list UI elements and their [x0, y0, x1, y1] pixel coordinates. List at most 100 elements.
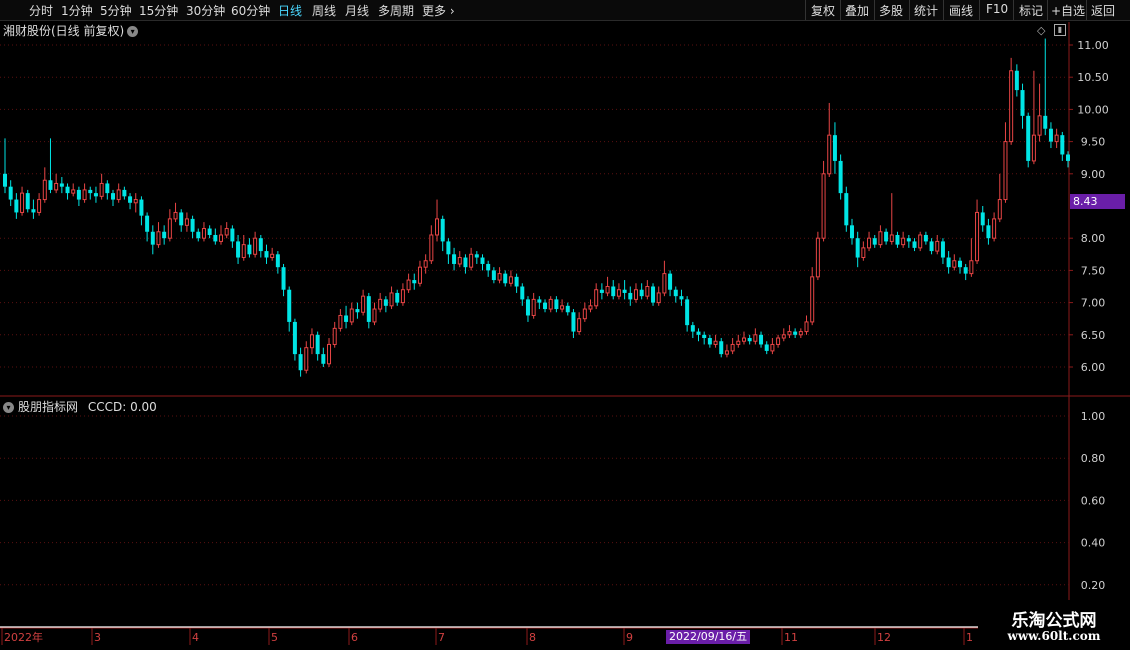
candle-body-down	[793, 331, 798, 335]
price-tick-label: 6.50	[1081, 329, 1106, 342]
candle-body-down	[247, 244, 252, 255]
candle-body-down	[1066, 154, 1070, 161]
candle-body-up	[332, 327, 337, 345]
candle-body-down	[696, 331, 701, 335]
candle-body-up	[560, 305, 565, 310]
candle-body-down	[946, 257, 951, 268]
chevron-down-icon[interactable]: ▾	[3, 402, 14, 413]
candle-body-down	[93, 193, 98, 197]
candle-body-up	[54, 182, 59, 191]
candle-body-up	[469, 253, 474, 268]
candle-body-down	[190, 218, 195, 232]
candle-body-up	[935, 240, 940, 252]
candle-body-up	[406, 279, 411, 291]
candle-body-up	[1009, 70, 1014, 143]
candle-body-down	[895, 234, 900, 245]
watermark-title: 乐淘公式网	[1011, 611, 1097, 631]
candle-body-down	[31, 209, 36, 213]
candle-body-down	[344, 315, 349, 322]
candle-body-up	[730, 343, 735, 352]
indicator-tick-label: 0.20	[1081, 579, 1106, 592]
candle-body-up	[548, 298, 553, 310]
candle-body-down	[940, 241, 945, 258]
date-tick-label: 3	[94, 631, 101, 644]
candle-body-down	[298, 354, 303, 371]
candle-body-down	[139, 199, 144, 216]
candle-body-up	[531, 298, 536, 316]
price-tick-label: 6.00	[1081, 361, 1106, 374]
candle-body-down	[3, 173, 7, 187]
candle-body-up	[241, 244, 246, 259]
candle-body-up	[224, 228, 229, 236]
indicator-source-name: 股朋指标网	[18, 400, 79, 414]
candle-body-up	[1054, 134, 1059, 143]
candle-body-down	[571, 312, 576, 332]
watermark: 乐淘公式网 www.60lt.com	[978, 600, 1130, 650]
candle-body-down	[668, 273, 673, 290]
candle-body-down	[520, 286, 525, 300]
candle-body-up	[878, 231, 883, 246]
candle-body-up	[588, 305, 593, 310]
diamond-icon[interactable]: ◇	[1037, 24, 1045, 37]
candle-body-up	[827, 134, 832, 175]
candle-body-up	[389, 292, 394, 307]
candle-body-up	[219, 234, 224, 242]
candle-body-up	[776, 337, 781, 345]
candle-body-up	[577, 318, 582, 333]
cursor-date-tag: 2022/09/16/五	[666, 630, 751, 644]
candle-body-down	[412, 280, 417, 284]
candle-body-down	[122, 189, 127, 197]
candle-body-down	[440, 218, 445, 242]
candle-body-down	[719, 341, 724, 355]
candle-body-up	[645, 286, 650, 297]
candle-body-down	[1014, 70, 1019, 91]
candle-body-down	[514, 276, 519, 287]
candle-body-down	[150, 231, 155, 245]
candle-body-up	[918, 234, 923, 249]
chevron-down-icon[interactable]: ▾	[127, 26, 139, 37]
candle-body-down	[1020, 90, 1025, 116]
candle-body-down	[912, 241, 917, 248]
candle-body-up	[457, 257, 462, 265]
candle-body-down	[213, 234, 218, 242]
candle-body-up	[804, 321, 809, 333]
candle-body-down	[611, 286, 616, 297]
indicator-panel-header: ▾ 股朋指标网 CCCD: 0.00	[3, 398, 157, 415]
candle-body-up	[1003, 141, 1008, 201]
date-tick-label: 4	[192, 631, 199, 644]
candle-body-down	[639, 289, 644, 297]
candle-body-down	[491, 270, 496, 281]
candle-body-up	[861, 247, 866, 259]
candle-body-up	[338, 314, 343, 329]
candle-body-down	[759, 334, 764, 345]
candle-body-down	[537, 299, 542, 303]
candle-body-down	[957, 260, 962, 268]
candle-body-down	[503, 273, 508, 284]
candle-body-down	[292, 321, 297, 355]
candle-body-down	[281, 267, 286, 290]
kline-chart[interactable]: 11.0010.5010.009.509.008.007.507.006.506…	[0, 0, 1130, 650]
price-tick-label: 10.50	[1077, 71, 1109, 84]
window-toggle-icon[interactable]: ▮	[1054, 24, 1066, 36]
price-tick-label: 7.50	[1081, 264, 1106, 277]
date-tick-label: 11	[784, 631, 798, 644]
candle-body-up	[969, 260, 974, 275]
candle-body-down	[264, 251, 269, 258]
candle-body-down	[105, 183, 110, 194]
candle-body-down	[1026, 115, 1031, 161]
candle-body-up	[770, 343, 775, 352]
candle-body-up	[713, 340, 718, 345]
candle-body-up	[400, 289, 405, 304]
candle-body-up	[753, 334, 758, 342]
date-tick-label: 8	[529, 631, 536, 644]
candle-body-down	[321, 354, 326, 364]
candle-body-down	[628, 292, 633, 300]
date-tick-label: 2022年	[4, 630, 43, 644]
candle-body-up	[270, 253, 275, 259]
price-tick-label: 10.00	[1077, 103, 1109, 116]
candle-body-up	[173, 211, 178, 220]
indicator-tick-label: 0.40	[1081, 537, 1106, 550]
candle-body-up	[82, 189, 87, 201]
indicator-tick-label: 0.80	[1081, 452, 1106, 465]
candle-body-down	[832, 135, 837, 161]
